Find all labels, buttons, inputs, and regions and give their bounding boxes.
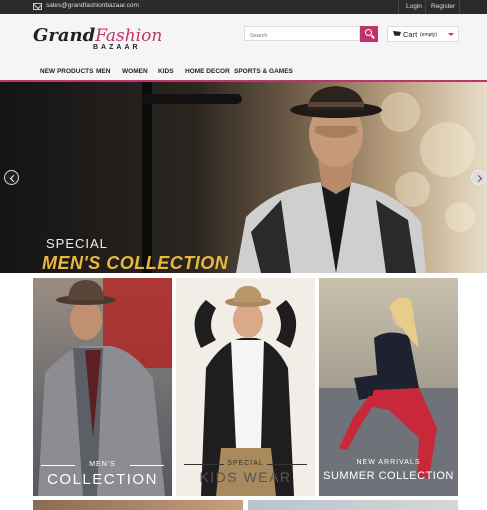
model-image xyxy=(236,86,426,273)
tile-title: KIDS WEAR xyxy=(199,469,292,485)
divider xyxy=(267,464,307,465)
banner-title: MEN'S COLLECTION xyxy=(42,253,229,273)
main-nav: NEW PRODUCTS MEN WOMEN KIDS HOME DECOR S… xyxy=(0,62,487,82)
cart-dropdown[interactable]: Cart (empty) xyxy=(387,26,459,42)
nav-item-women[interactable]: WOMEN xyxy=(122,68,148,75)
promo-tile-partial[interactable] xyxy=(248,500,458,510)
tile-title: COLLECTION xyxy=(47,471,158,488)
nav-item-new-products[interactable]: NEW PRODUCTS xyxy=(40,68,93,75)
banner-subtitle: SPECIAL xyxy=(46,236,108,251)
tile-title: SUMMER COLLECTION xyxy=(323,470,454,482)
cart-icon xyxy=(393,31,401,36)
cart-status: (empty) xyxy=(420,32,437,38)
chevron-down-icon xyxy=(448,33,454,36)
cart-label: Cart xyxy=(403,30,418,39)
chevron-right-icon[interactable] xyxy=(471,170,486,185)
chevron-left-icon[interactable] xyxy=(4,170,19,185)
search-input[interactable] xyxy=(244,26,360,41)
envelope-icon xyxy=(33,3,42,10)
logo-fashion: Fashion xyxy=(95,26,163,46)
nav-item-sports-games[interactable]: SPORTS & GAMES xyxy=(234,68,293,75)
login-link[interactable]: Login xyxy=(406,3,422,10)
divider xyxy=(459,0,460,14)
promo-tile-summer[interactable]: NEW ARRIVALS SUMMER COLLECTION xyxy=(319,278,458,496)
nav-item-kids[interactable]: KIDS xyxy=(158,68,174,75)
register-link[interactable]: Register xyxy=(431,3,455,10)
divider xyxy=(398,0,399,14)
site-header: GrandFashion BAZAAR Cart (empty) xyxy=(0,14,487,62)
divider xyxy=(184,464,224,465)
hero-banner[interactable]: SPECIAL MEN'S COLLECTION xyxy=(0,82,487,273)
tile-subtitle: NEW ARRIVALS xyxy=(356,459,421,466)
site-logo[interactable]: GrandFashion BAZAAR xyxy=(33,25,163,51)
nav-item-men[interactable]: MEN xyxy=(96,68,110,75)
logo-grand: Grand xyxy=(33,25,96,46)
divider xyxy=(425,0,426,14)
search-button[interactable] xyxy=(360,26,378,42)
logo-bazaar: BAZAAR xyxy=(93,44,141,51)
contact-email[interactable]: sales@grandfashionbazaar.com xyxy=(46,2,139,9)
divider xyxy=(130,465,164,466)
nav-item-home-decor[interactable]: HOME DECOR xyxy=(185,68,230,75)
divider xyxy=(41,465,75,466)
promo-tile-kids[interactable]: SPECIAL KIDS WEAR xyxy=(176,278,315,496)
promo-tile-partial[interactable] xyxy=(33,500,243,510)
promo-tile-men[interactable]: MEN'S COLLECTION xyxy=(33,278,172,496)
top-bar: sales@grandfashionbazaar.com Login Regis… xyxy=(0,0,487,14)
